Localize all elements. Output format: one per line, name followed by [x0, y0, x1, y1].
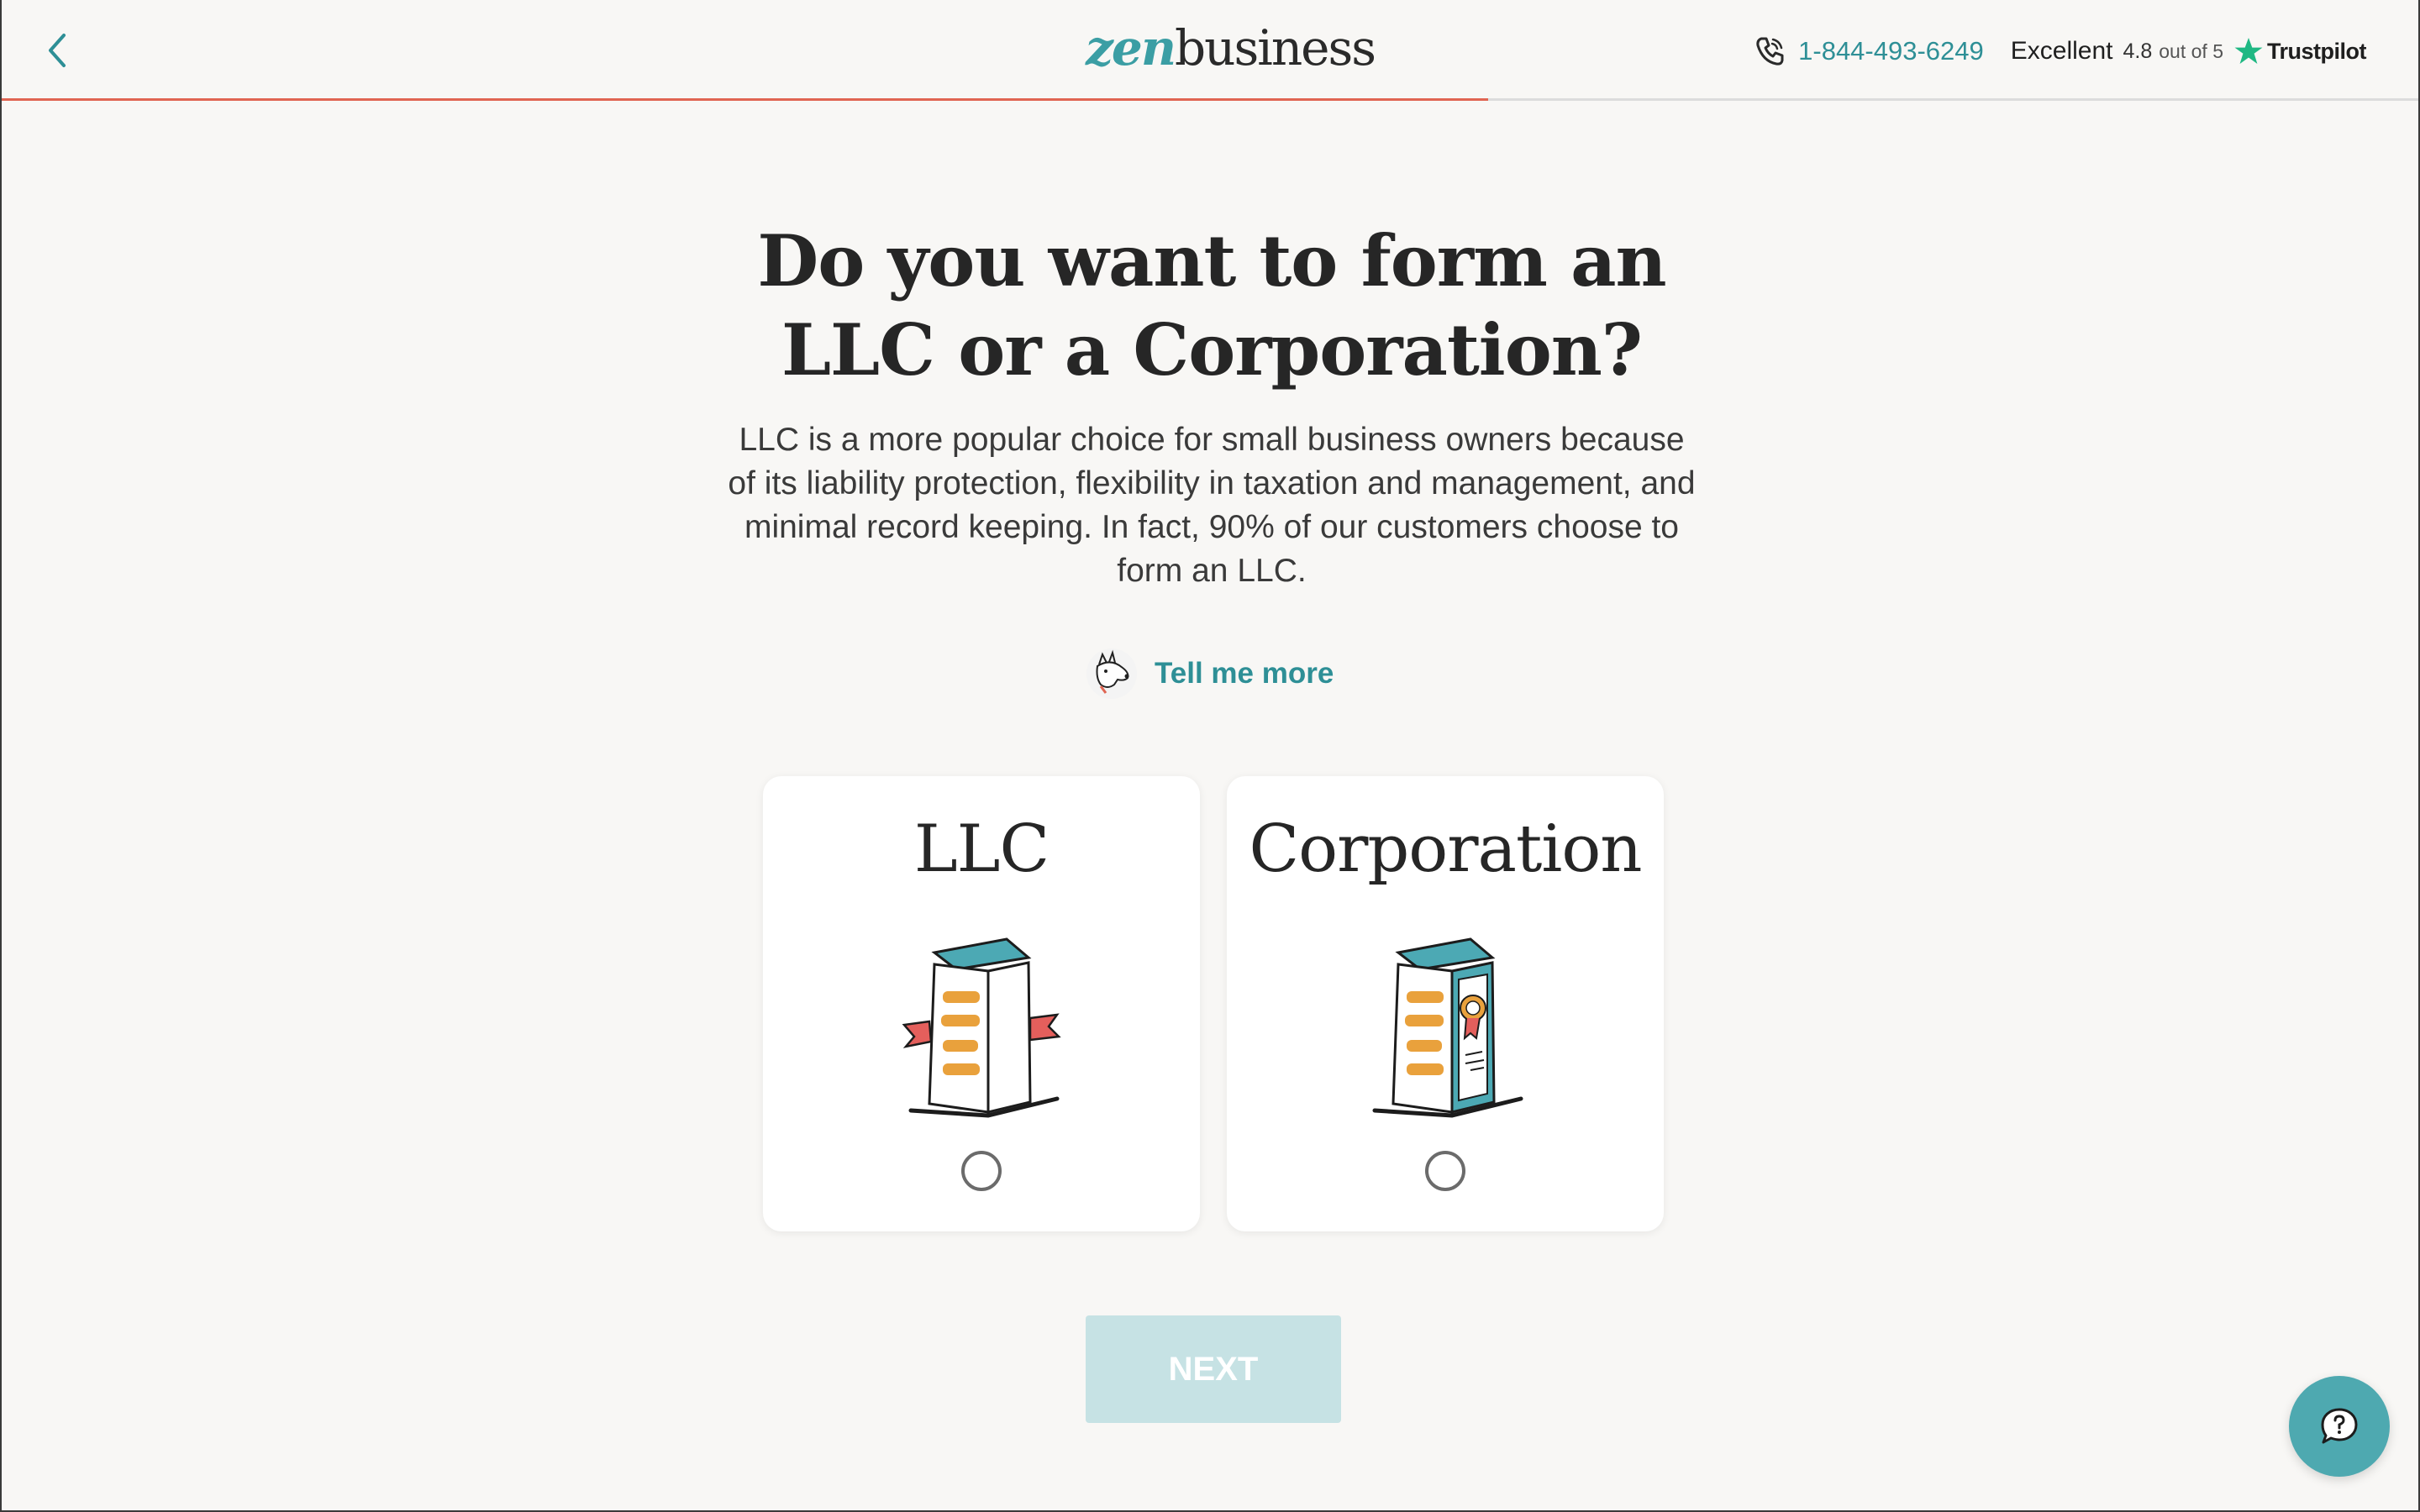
tell-me-more-label: Tell me more — [1155, 657, 1334, 690]
trustpilot-out-of: out of 5 — [2159, 39, 2223, 62]
radio-llc[interactable] — [961, 1151, 1002, 1191]
tell-me-more-link[interactable]: Tell me more — [1086, 647, 1334, 701]
trustpilot-score: 4.8 — [2123, 39, 2153, 63]
building-llc-icon — [902, 937, 1061, 1118]
next-button[interactable]: NEXT — [1086, 1315, 1341, 1423]
chat-question-icon — [2321, 1408, 2358, 1444]
page-description: LLC is a more popular choice for small b… — [728, 422, 1696, 589]
zenbusiness-logo[interactable]: zen business — [1086, 18, 1376, 77]
trustpilot-rating-word: Excellent — [2010, 37, 2113, 65]
progress-bar — [2, 98, 1488, 101]
help-chat-button[interactable] — [2289, 1376, 2390, 1477]
logo-zen: zen — [1086, 19, 1176, 76]
phone-number-link[interactable]: 1-844-493-6249 — [1798, 36, 1984, 66]
option-card-llc[interactable]: LLC — [763, 776, 1200, 1231]
page-title: Do you want to form an LLC or a Corporat… — [757, 219, 1666, 391]
trustpilot-star-icon — [2234, 38, 2263, 64]
phone-icon — [1756, 37, 1784, 66]
header-contact: 1-844-493-6249 Excellent 4.8 out of 5 Tr… — [1753, 30, 2367, 72]
option-card-corporation[interactable]: Corporation — [1227, 776, 1664, 1231]
option-title-corporation: Corporation — [1249, 811, 1642, 887]
building-corporation-icon — [1372, 937, 1523, 1118]
logo-business: business — [1175, 19, 1376, 76]
trustpilot-brand[interactable]: Trustpilot — [2267, 39, 2367, 65]
option-title-llc: LLC — [913, 811, 1050, 887]
dog-avatar-icon — [1086, 648, 1137, 699]
chevron-left-icon — [49, 34, 66, 67]
radio-corporation[interactable] — [1425, 1151, 1465, 1191]
top-header: zen business 1-844-493-6249 Excellent 4.8… — [2, 0, 2418, 101]
back-button[interactable] — [40, 27, 74, 74]
